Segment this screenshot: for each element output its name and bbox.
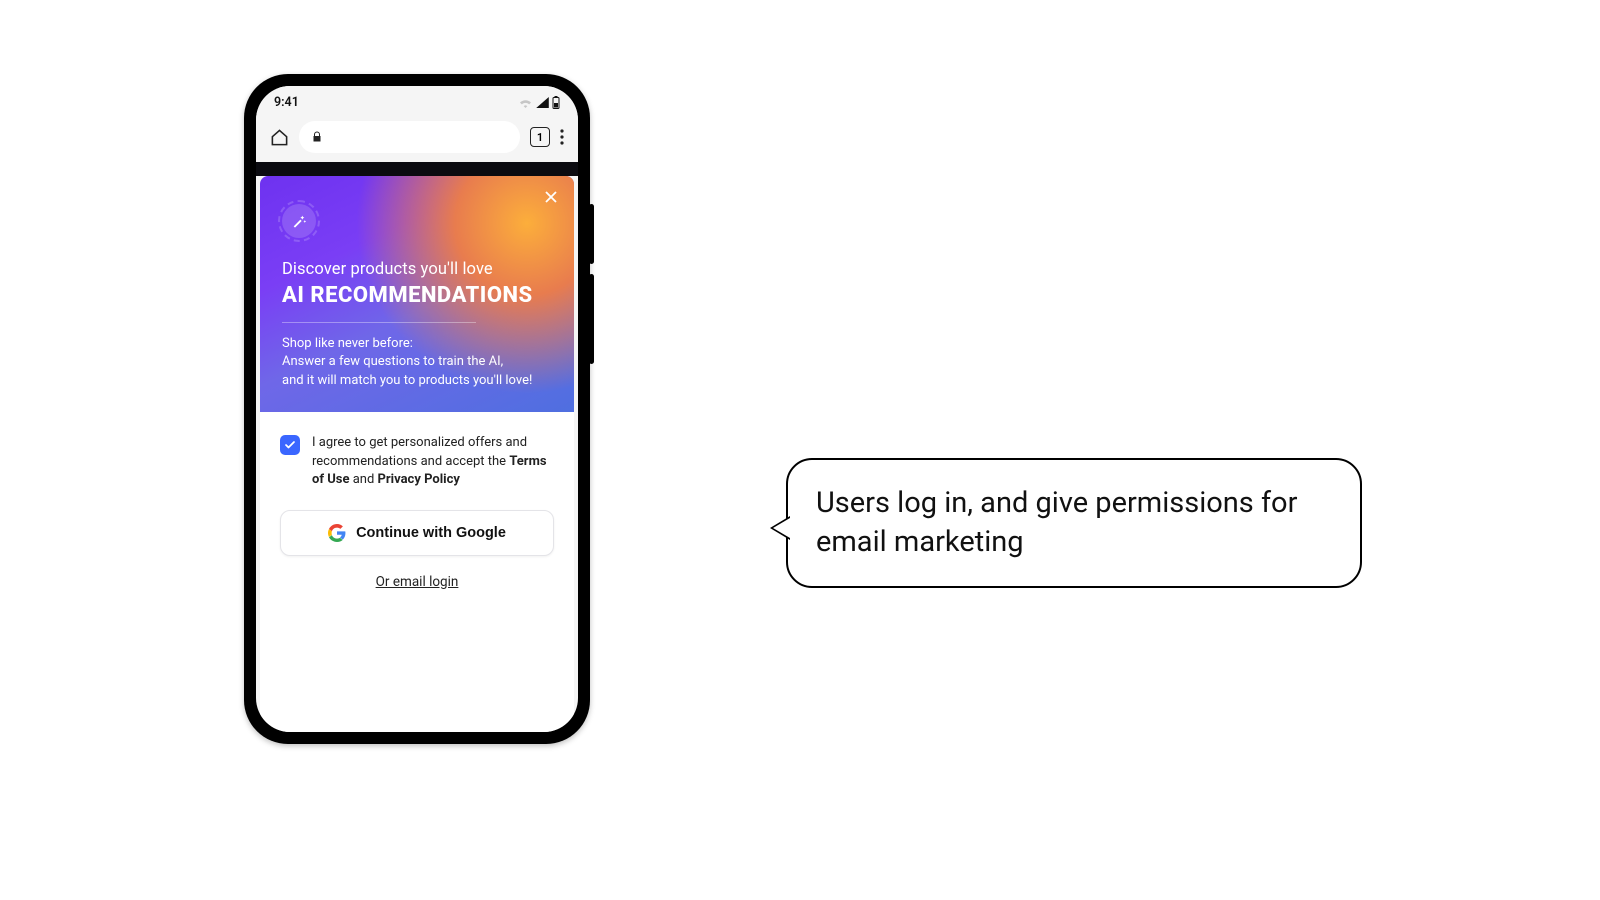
tab-count-button[interactable]: 1 (530, 127, 550, 147)
consent-mid: and (350, 472, 378, 487)
modal-lower: I agree to get personalized offers and r… (260, 412, 574, 609)
consent-text: I agree to get personalized offers and r… (312, 434, 554, 489)
modal-divider (282, 322, 476, 323)
status-icons (518, 96, 560, 109)
consent-checkbox[interactable] (280, 435, 300, 455)
phone-screen: 9:41 1 (256, 86, 578, 732)
tab-count-value: 1 (537, 131, 543, 144)
magic-wand-icon (291, 213, 307, 229)
lock-icon (311, 131, 323, 143)
modal-body-line1: Shop like never before: (282, 336, 413, 351)
phone-frame: 9:41 1 (244, 74, 590, 744)
magic-wand-badge (282, 204, 316, 238)
url-bar[interactable] (299, 121, 520, 153)
more-icon[interactable] (560, 129, 564, 145)
status-time: 9:41 (274, 95, 299, 110)
modal-body-line2: Answer a few questions to train the AI, (282, 354, 503, 369)
modal-title: AI RECOMMENDATIONS (282, 283, 552, 308)
email-login-link[interactable]: Or email login (280, 574, 554, 590)
google-icon (328, 524, 346, 542)
battery-icon (552, 96, 560, 109)
browser-toolbar: 1 (256, 118, 578, 162)
consent-row: I agree to get personalized offers and r… (280, 434, 554, 489)
wifi-icon (518, 97, 533, 108)
continue-with-google-button[interactable]: Continue with Google (280, 510, 554, 556)
consent-pre: I agree to get personalized offers and r… (312, 435, 527, 468)
modal-body-line3: and it will match you to products you'll… (282, 373, 532, 388)
check-icon (284, 439, 296, 451)
annotation-text: Users log in, and give permissions for e… (816, 486, 1297, 559)
modal-subtitle: Discover products you'll love (282, 260, 552, 279)
modal-body: Shop like never before: Answer a few que… (282, 335, 552, 390)
modal-hero: Discover products you'll love AI RECOMME… (260, 176, 574, 412)
annotation-bubble: Users log in, and give permissions for e… (786, 458, 1362, 588)
ai-recommendations-modal: Discover products you'll love AI RECOMME… (260, 176, 574, 732)
chrome-separator (256, 162, 578, 176)
close-button[interactable] (540, 186, 562, 208)
close-icon (545, 191, 557, 203)
privacy-link[interactable]: Privacy Policy (378, 472, 460, 487)
google-button-label: Continue with Google (356, 525, 506, 541)
cellular-icon (536, 97, 549, 108)
status-bar: 9:41 (256, 86, 578, 118)
home-icon[interactable] (270, 128, 289, 147)
